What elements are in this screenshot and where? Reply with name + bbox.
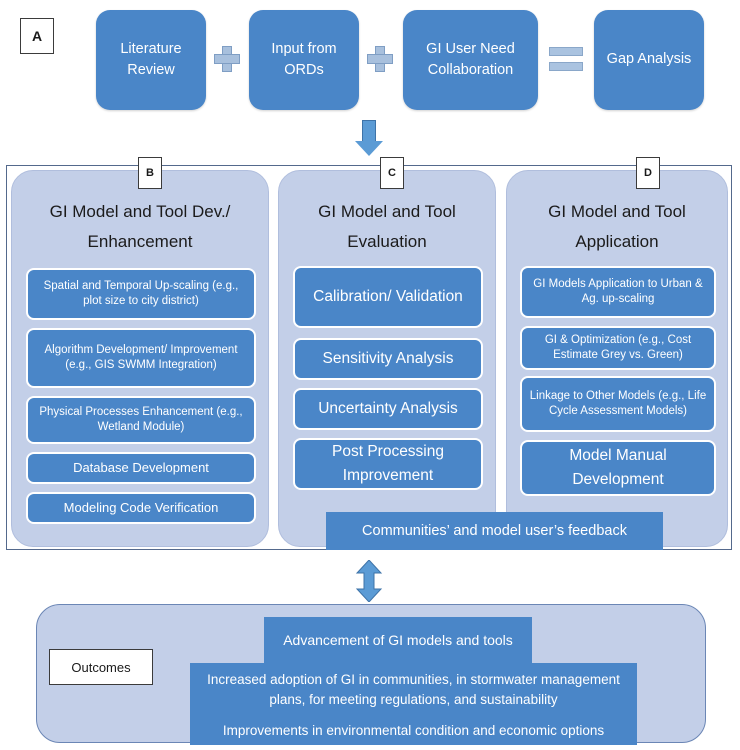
communities-feedback-bar[interactable]: Communities’ and model user’s feedback — [326, 512, 663, 550]
box-gap-analysis[interactable]: Gap Analysis — [594, 10, 704, 110]
item-b-1[interactable]: Spatial and Temporal Up-scaling (e.g., p… — [26, 268, 256, 320]
outcomes-panel: Outcomes Advancement of GI models and to… — [36, 604, 706, 745]
item-d-3[interactable]: Linkage to Other Models (e.g., Life Cycl… — [520, 376, 716, 432]
item-d-2[interactable]: GI & Optimization (e.g., Cost Estimate G… — [520, 326, 716, 370]
panel-column-c: GI Model and Tool Evaluation Calibration… — [278, 170, 496, 547]
item-c-3[interactable]: Uncertainty Analysis — [293, 388, 483, 430]
outcome-bar-2[interactable]: Increased adoption of GI in communities,… — [190, 663, 637, 717]
arrow-up-down-icon-middle-to-outcomes — [355, 560, 383, 602]
outcomes-tag: Outcomes — [49, 649, 153, 685]
arrow-down-icon-a-to-middle — [355, 120, 383, 157]
operator-plus-1 — [207, 44, 247, 74]
plus-icon — [367, 46, 393, 72]
panel-column-b: GI Model and Tool Dev./ Enhancement Spat… — [11, 170, 269, 547]
section-tag-a: A — [20, 18, 54, 54]
panel-column-d: GI Model and Tool Application GI Models … — [506, 170, 728, 547]
item-b-4[interactable]: Database Development — [26, 452, 256, 484]
panel-title-d: GI Model and Tool Application — [548, 202, 686, 251]
item-b-5[interactable]: Modeling Code Verification — [26, 492, 256, 524]
box-gi-user-need-collaboration[interactable]: GI User Need Collaboration — [403, 10, 538, 110]
item-b-2[interactable]: Algorithm Development/ Improvement (e.g.… — [26, 328, 256, 388]
outcome-bar-1[interactable]: Advancement of GI models and tools — [264, 617, 532, 663]
section-tag-b: B — [138, 157, 162, 189]
panel-title-b: GI Model and Tool Dev./ Enhancement — [49, 202, 231, 251]
section-tag-d: D — [636, 157, 660, 189]
operator-plus-2 — [360, 44, 400, 74]
item-d-1[interactable]: GI Models Application to Urban & Ag. up-… — [520, 266, 716, 318]
section-tag-c: C — [380, 157, 404, 189]
item-c-1[interactable]: Calibration/ Validation — [293, 266, 483, 328]
item-c-4[interactable]: Post Processing Improvement — [293, 438, 483, 490]
item-d-4[interactable]: Model Manual Development — [520, 440, 716, 496]
middle-section-frame: GI Model and Tool Dev./ Enhancement Spat… — [6, 157, 732, 550]
outcome-bar-3[interactable]: Improvements in environmental condition … — [190, 717, 637, 745]
section-a-inputs: A Literature Review Input from ORDs GI U… — [0, 0, 740, 118]
item-c-2[interactable]: Sensitivity Analysis — [293, 338, 483, 380]
plus-icon — [214, 46, 240, 72]
box-literature-review[interactable]: Literature Review — [96, 10, 206, 110]
box-input-from-ords[interactable]: Input from ORDs — [249, 10, 359, 110]
equals-icon — [549, 46, 583, 72]
item-b-3[interactable]: Physical Processes Enhancement (e.g., We… — [26, 396, 256, 444]
operator-equals — [540, 44, 592, 74]
panel-title-c: GI Model and Tool Evaluation — [318, 202, 456, 251]
